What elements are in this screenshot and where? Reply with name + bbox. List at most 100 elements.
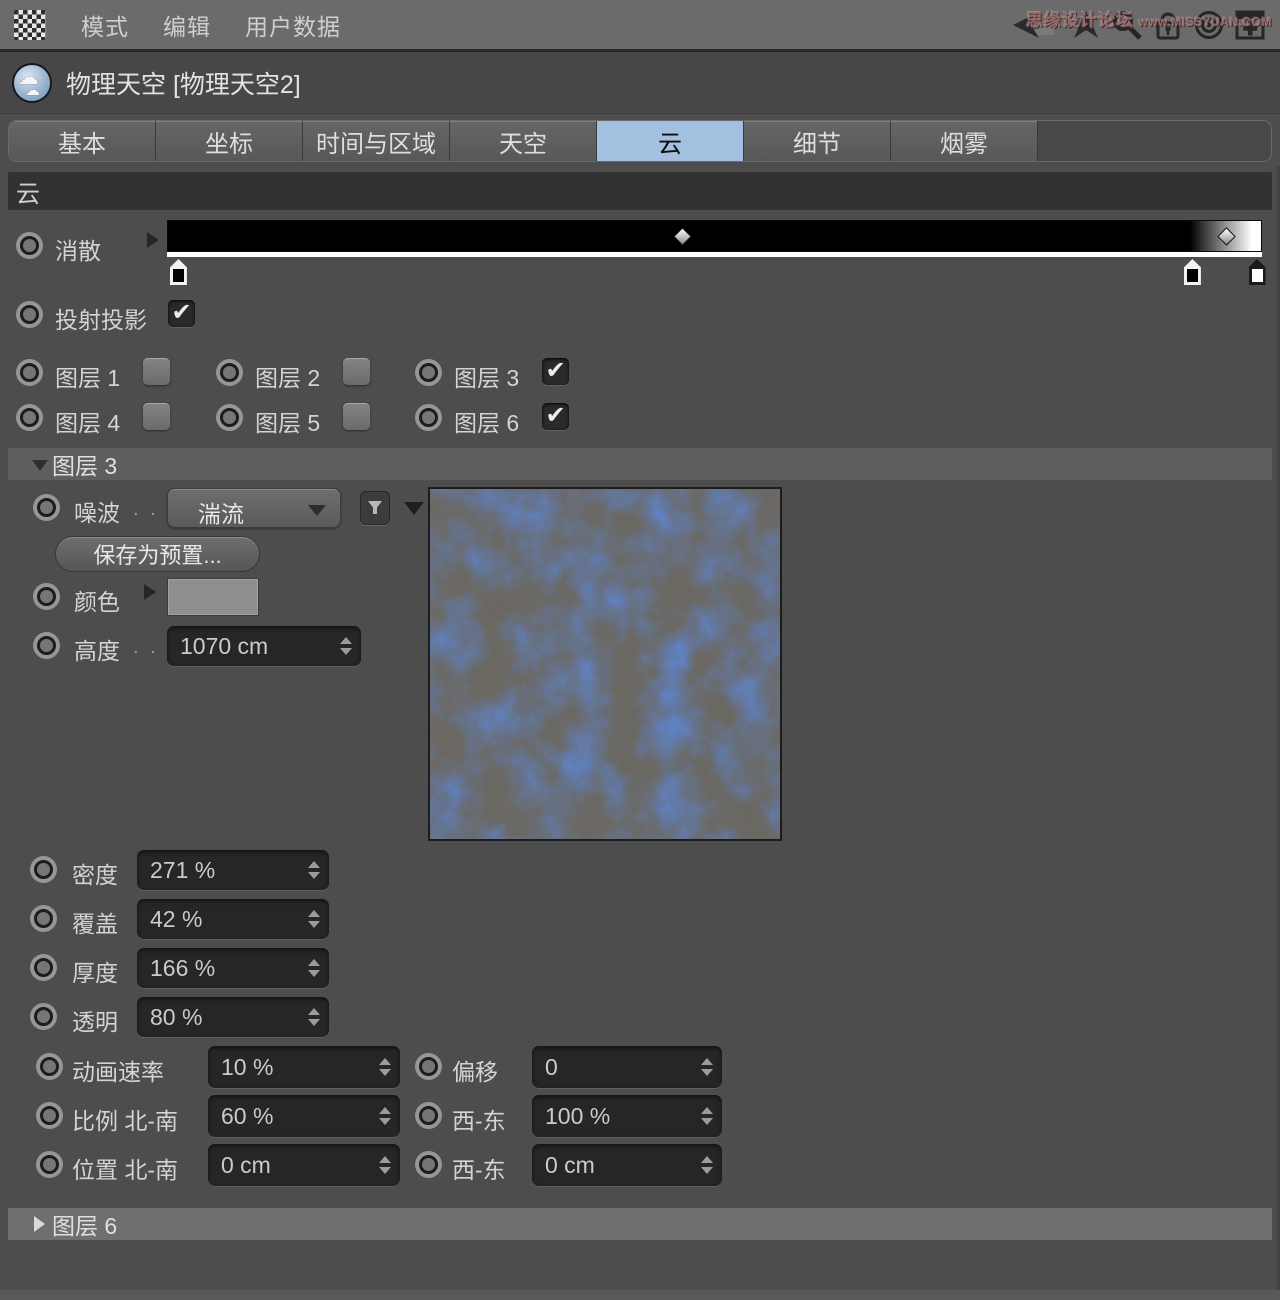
tab-details[interactable]: 细节 [744,121,891,161]
animation-dot[interactable] [33,494,60,521]
layer-6-checkbox[interactable]: ✔ [542,403,569,430]
layer-1-checkbox[interactable] [143,358,170,385]
spinner[interactable] [379,1057,391,1077]
position-we-value: 0 cm [545,1152,595,1179]
target-icon[interactable] [1193,9,1225,41]
tab-basic[interactable]: 基本 [9,121,156,161]
tab-coordinates[interactable]: 坐标 [156,121,303,161]
animation-dot[interactable] [415,1151,442,1178]
density-row: 密度 271 % [0,850,1280,890]
thickness-input[interactable]: 166 % [137,948,329,988]
animation-dot[interactable] [415,359,442,386]
animation-dot[interactable] [16,359,43,386]
expand-triangle-icon[interactable] [34,1216,45,1232]
anim-speed-input[interactable]: 10 % [208,1046,400,1088]
animation-dot[interactable] [216,359,243,386]
gradient-knot-black[interactable] [1184,259,1201,285]
shader-options-button[interactable] [360,491,390,525]
back-arrow-icon[interactable] [1009,9,1061,41]
spinner[interactable] [701,1057,713,1077]
cast-shadow-label: 投射投影 [55,301,147,335]
animation-dot[interactable] [415,404,442,431]
height-value: 1070 cm [180,633,268,660]
animation-dot[interactable] [33,583,60,610]
spinner[interactable] [308,909,320,929]
layer-label: 图层 1 [55,359,120,393]
position-we-input[interactable]: 0 cm [532,1144,722,1186]
gradient-knot-white[interactable] [1249,259,1266,285]
page-title: 物理天空 [物理天空2] [66,65,301,101]
gradient-strip [167,252,1262,257]
animation-dot[interactable] [16,301,43,328]
menu-edit[interactable]: 编辑 [163,8,211,42]
anim-speed-value: 10 % [221,1054,273,1081]
spinner[interactable] [701,1155,713,1175]
menu-user-data[interactable]: 用户数据 [245,8,341,42]
search-icon[interactable] [1111,9,1143,41]
animation-dot[interactable] [36,1053,63,1080]
new-panel-icon[interactable] [1234,9,1266,41]
noise-type-dropdown[interactable]: 湍流 [167,488,341,528]
noise-label: 噪波 [74,494,120,528]
coverage-value: 42 % [150,906,202,933]
density-input[interactable]: 271 % [137,850,329,890]
tab-sky[interactable]: 天空 [450,121,597,161]
animation-dot[interactable] [216,404,243,431]
spinner[interactable] [340,636,352,656]
expand-arrow-icon[interactable] [144,584,156,600]
animation-dot[interactable] [30,1003,57,1030]
animation-dot[interactable] [415,1102,442,1129]
spinner[interactable] [308,860,320,880]
layer-4-checkbox[interactable] [143,403,170,430]
color-swatch[interactable] [167,578,259,616]
animation-dot[interactable] [30,856,57,883]
layer-6-cell: 图层 6 ✔ [415,397,615,439]
cast-shadow-checkbox[interactable]: ✔ [168,300,195,327]
expand-arrow-icon[interactable] [147,232,159,248]
layer-2-checkbox[interactable] [343,358,370,385]
animation-dot[interactable] [415,1053,442,1080]
transparency-label: 透明 [72,1003,118,1037]
gradient-bias-handle[interactable] [675,229,691,245]
layer-3-checkbox[interactable]: ✔ [542,358,569,385]
group-header-layer6[interactable]: 图层 6 [8,1208,1272,1240]
gradient-bar[interactable] [167,220,1262,252]
animation-dot[interactable] [30,954,57,981]
coverage-label: 覆盖 [72,905,118,939]
scale-we-input[interactable]: 100 % [532,1095,722,1137]
offset-input[interactable]: 0 [532,1046,722,1088]
noise-type-value: 湍流 [198,495,244,529]
position-ns-value: 0 cm [221,1152,271,1179]
animation-dot[interactable] [30,905,57,932]
animation-dot[interactable] [16,404,43,431]
tab-fog[interactable]: 烟雾 [891,121,1038,161]
tab-time-location[interactable]: 时间与区域 [303,121,450,161]
collapse-triangle-icon[interactable] [32,460,48,471]
tab-clouds[interactable]: 云 [597,121,744,161]
lock-icon[interactable] [1152,9,1184,41]
panel-grid-icon[interactable] [14,10,46,40]
animation-dot[interactable] [36,1151,63,1178]
preview-menu-triangle-icon[interactable] [404,502,424,515]
gradient-knot-black[interactable] [170,259,187,285]
forward-arrow-icon[interactable] [1070,9,1102,41]
animation-dot[interactable] [36,1102,63,1129]
scale-ns-input[interactable]: 60 % [208,1095,400,1137]
noise-dots: . . [133,498,159,521]
spinner[interactable] [379,1106,391,1126]
animation-dot[interactable] [33,632,60,659]
spinner[interactable] [308,958,320,978]
position-ns-input[interactable]: 0 cm [208,1144,400,1186]
height-input[interactable]: 1070 cm [167,626,361,666]
animation-dot[interactable] [16,232,43,259]
spinner[interactable] [701,1106,713,1126]
menu-mode[interactable]: 模式 [81,8,129,42]
group-header-layer3[interactable]: 图层 3 [8,448,1272,480]
spinner[interactable] [379,1155,391,1175]
layer-5-checkbox[interactable] [343,403,370,430]
transparency-input[interactable]: 80 % [137,997,329,1037]
save-preset-button[interactable]: 保存为预置... [55,536,260,572]
spinner[interactable] [308,1007,320,1027]
gradient-bias-handle[interactable] [1218,229,1234,245]
coverage-input[interactable]: 42 % [137,899,329,939]
